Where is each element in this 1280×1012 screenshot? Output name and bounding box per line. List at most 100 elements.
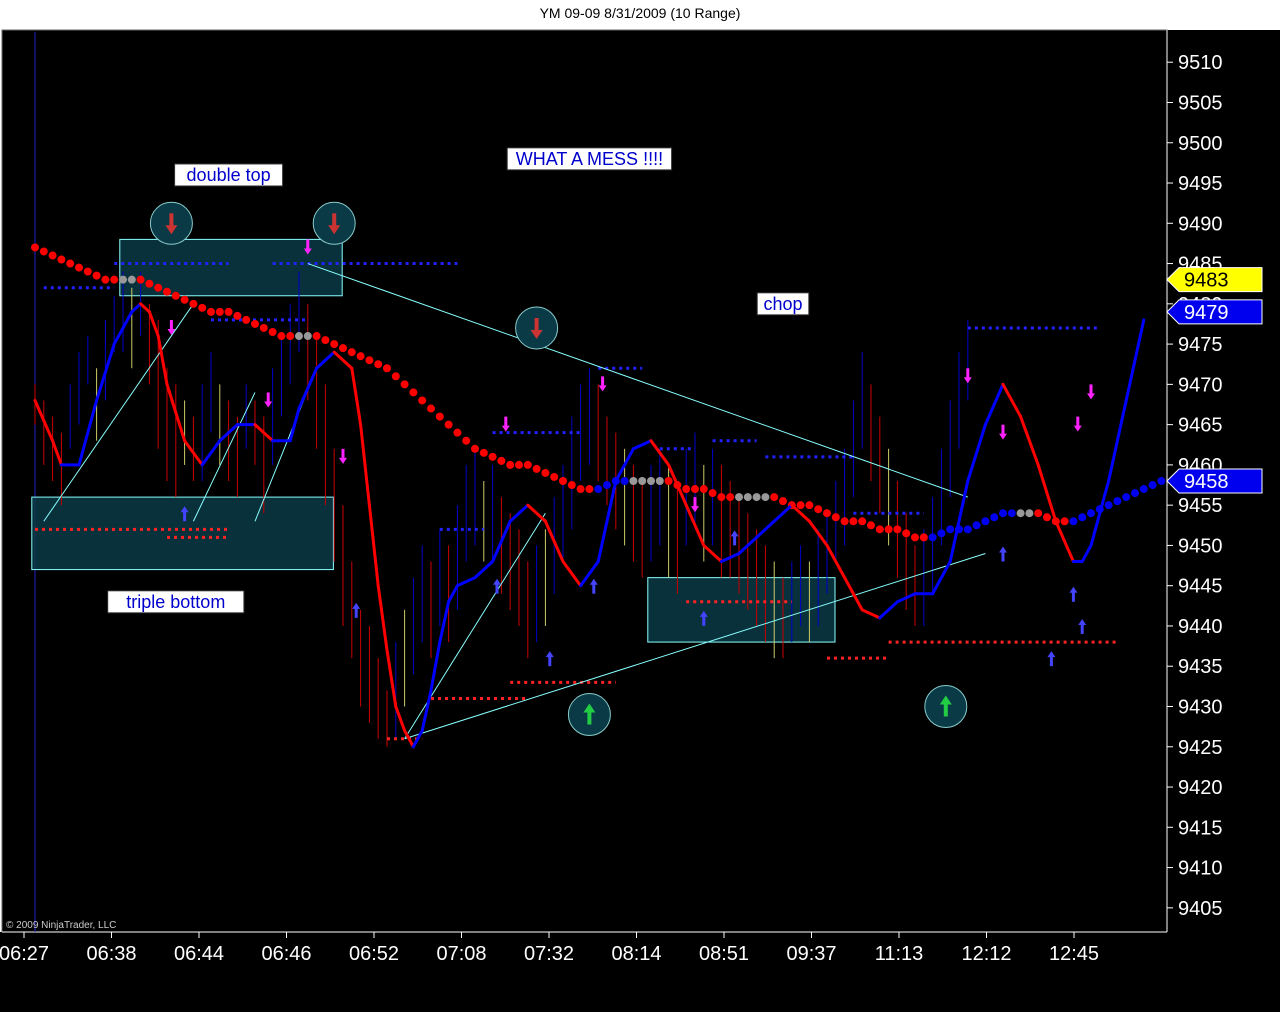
moving-average-point [875, 525, 884, 534]
moving-average-point [1104, 501, 1113, 510]
moving-average-point [831, 513, 840, 522]
moving-average-point [277, 332, 286, 341]
moving-average-point [840, 517, 849, 526]
moving-average-point [620, 477, 629, 485]
moving-average-point [259, 323, 268, 332]
price-chart[interactable]: double top WHAT A MESS !!!! chop triple bot… [0, 28, 1280, 1012]
moving-average-point [400, 380, 409, 389]
moving-average-point [233, 311, 242, 320]
moving-average-point [39, 247, 48, 256]
zone-box [31, 496, 334, 571]
moving-average-point [1007, 509, 1016, 518]
y-tick-label: 9505 [1178, 92, 1223, 114]
moving-average-point [814, 505, 823, 514]
annotation-label: double top [187, 165, 271, 185]
moving-average-point [321, 336, 330, 345]
moving-average-point [796, 501, 805, 510]
x-tick-label: 11:13 [875, 943, 924, 965]
y-tick-label: 9435 [1178, 656, 1223, 678]
moving-average-point [647, 477, 655, 485]
moving-average-point [312, 332, 321, 341]
moving-average-point [92, 271, 101, 280]
moving-average-point [1113, 497, 1122, 506]
moving-average-point [1043, 513, 1051, 522]
moving-average-point [339, 344, 347, 353]
moving-average-point [224, 307, 233, 316]
moving-average-point [444, 420, 453, 429]
moving-average-point [66, 259, 75, 268]
copyright-text: © 2009 NinjaTrader, LLC [6, 920, 116, 931]
moving-average-point [867, 521, 875, 530]
y-tick-label: 9425 [1178, 737, 1223, 759]
moving-average-point [435, 412, 444, 421]
moving-average-point [515, 460, 523, 469]
x-tick-label: 08:14 [611, 943, 661, 965]
moving-average-point [488, 452, 497, 461]
moving-average-point [664, 477, 673, 485]
moving-average-point [418, 396, 427, 405]
y-tick-label: 9510 [1178, 52, 1223, 74]
moving-average-point [594, 485, 603, 494]
moving-average-point [189, 299, 198, 308]
moving-average-point [743, 493, 752, 502]
moving-average-point [585, 485, 594, 494]
moving-average-point [638, 477, 647, 485]
x-tick-label: 06:27 [0, 943, 49, 965]
moving-average-point [541, 468, 550, 477]
y-tick-label: 9430 [1178, 697, 1223, 719]
y-tick-label: 9465 [1178, 415, 1223, 437]
x-tick-label: 07:32 [524, 943, 574, 965]
y-tick-label: 9415 [1178, 817, 1223, 839]
price-marker-label: 9458 [1184, 471, 1229, 493]
moving-average-point [409, 388, 418, 397]
moving-average-point [981, 517, 990, 526]
moving-average-point [655, 477, 664, 485]
moving-average-point [374, 360, 383, 369]
moving-average-point [251, 319, 259, 328]
moving-average-point [303, 332, 312, 341]
moving-average-point [691, 485, 699, 494]
annotation-label: WHAT A MESS !!!! [516, 149, 663, 169]
moving-average-point [963, 525, 972, 534]
x-tick-label: 08:51 [699, 943, 749, 965]
moving-average-point [752, 493, 761, 502]
moving-average-point [207, 307, 215, 316]
moving-average-point [268, 328, 277, 337]
moving-average-point [1078, 513, 1087, 522]
moving-average-point [532, 464, 541, 473]
moving-average-point [145, 279, 154, 288]
x-tick-label: 09:37 [786, 943, 836, 965]
moving-average-point [1148, 481, 1157, 490]
moving-average-point [761, 493, 770, 502]
sell-signal-icon [515, 306, 559, 350]
moving-average-point [163, 287, 171, 296]
moving-average-point [726, 493, 735, 502]
moving-average-point [57, 255, 66, 264]
moving-average-point [427, 404, 435, 413]
moving-average-point [893, 525, 902, 534]
y-tick-label: 9470 [1178, 374, 1223, 396]
x-tick-label: 12:45 [1049, 943, 1099, 965]
moving-average-point [699, 485, 708, 494]
moving-average-point [154, 283, 163, 292]
chart-title: YM 09-09 8/31/2009 (10 Range) [539, 5, 741, 21]
moving-average-point [356, 352, 365, 361]
annotation-label: chop [763, 294, 802, 314]
moving-average-point [127, 275, 136, 284]
moving-average-point [1016, 509, 1025, 518]
moving-average-point [902, 529, 911, 538]
x-tick-label: 06:44 [174, 943, 224, 965]
moving-average-point [735, 493, 743, 502]
moving-average-point [779, 497, 787, 506]
moving-average-point [391, 372, 400, 381]
moving-average-point [506, 460, 515, 469]
moving-average-point [559, 477, 567, 485]
x-tick-label: 06:46 [261, 943, 311, 965]
y-tick-label: 9410 [1178, 858, 1223, 880]
moving-average-point [682, 485, 691, 494]
moving-average-point [1087, 509, 1095, 518]
moving-average-point [550, 472, 559, 481]
moving-average-point [928, 533, 937, 542]
moving-average-point [383, 364, 391, 373]
moving-average-point [119, 275, 127, 284]
